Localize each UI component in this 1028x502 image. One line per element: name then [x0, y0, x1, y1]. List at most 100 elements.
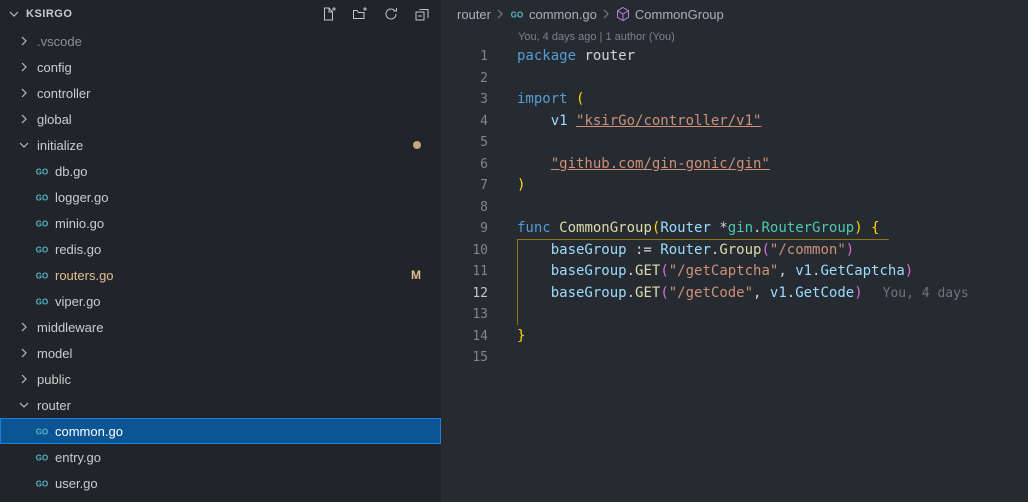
line-number[interactable]: 8 [441, 197, 488, 219]
code-token: Group [719, 240, 761, 262]
code-token: * [711, 218, 728, 240]
line-number[interactable]: 2 [441, 68, 488, 90]
code-token: v1 [770, 283, 787, 305]
tree-item-config[interactable]: config [0, 54, 441, 80]
tree-item-label: user.go [55, 476, 98, 491]
breadcrumb-item-router[interactable]: router [457, 7, 491, 22]
symbol-method-icon [615, 6, 631, 22]
tree-item-global[interactable]: global [0, 106, 441, 132]
code-token: "/getCode" [669, 283, 753, 305]
code-line-10[interactable]: 10 baseGroup := Router.Group("/common") [441, 240, 1028, 262]
tree-item-logger-go[interactable]: GO logger.go [0, 184, 441, 210]
tree-item-user-go[interactable]: GO user.go [0, 470, 441, 496]
tree-item-label: minio.go [55, 216, 104, 231]
line-number[interactable]: 11 [441, 261, 488, 283]
tree-item-vscode[interactable]: .vscode [0, 28, 441, 54]
code-token: ( [652, 218, 660, 240]
code-token: Router [660, 218, 711, 240]
tree-item-common-go[interactable]: GOcommon.go [0, 418, 441, 444]
svg-text:GO: GO [36, 480, 48, 489]
explorer-section-header[interactable]: KSIRGO [0, 0, 441, 28]
svg-text:GO: GO [36, 428, 48, 437]
line-number[interactable]: 1 [441, 46, 488, 68]
code-line-9[interactable]: 9func CommonGroup(Router *gin.RouterGrou… [441, 218, 1028, 240]
tree-item-viper-go[interactable]: GOviper.go [0, 288, 441, 314]
code-token [517, 283, 551, 305]
svg-text:GO: GO [36, 246, 48, 255]
code-token [517, 111, 551, 133]
refresh-button[interactable] [382, 5, 400, 23]
code-token: } [517, 326, 525, 348]
codelens-annotation[interactable]: You, 4 days ago | 1 author (You) [441, 28, 1028, 46]
line-number[interactable]: 5 [441, 132, 488, 154]
code-line-12[interactable]: 12 baseGroup.GET("/getCode", v1.GetCode)… [441, 283, 1028, 305]
tree-item-initialize[interactable]: initialize [0, 132, 441, 158]
code-token: RouterGroup [761, 218, 854, 240]
code-line-14[interactable]: 14} [441, 326, 1028, 348]
line-number[interactable]: 7 [441, 175, 488, 197]
breadcrumb-item-commongroup[interactable]: CommonGroup [615, 6, 724, 22]
code-token: GetCode [795, 283, 854, 305]
line-number[interactable]: 3 [441, 89, 488, 111]
code-token: CommonGroup [559, 218, 652, 240]
tree-item-db-go[interactable]: GO db.go [0, 158, 441, 184]
line-number[interactable]: 15 [441, 347, 488, 369]
line-number[interactable]: 4 [441, 111, 488, 133]
tree-item-model[interactable]: model [0, 340, 441, 366]
code-token: ) [854, 218, 862, 240]
tree-item-label: logger.go [55, 190, 109, 205]
chevron-right-icon [16, 319, 32, 335]
new-folder-button[interactable] [351, 5, 369, 23]
code-line-13[interactable]: 13 [441, 304, 1028, 326]
go-file-icon: GO [34, 189, 50, 205]
tree-item-routers-go[interactable]: GOrouters.goM [0, 262, 441, 288]
go-file-icon: GO [34, 215, 50, 231]
code-token [863, 218, 871, 240]
code-line-15[interactable]: 15 [441, 347, 1028, 369]
code-token: baseGroup [551, 283, 627, 305]
code-line-8[interactable]: 8 [441, 197, 1028, 219]
code-token: , [778, 261, 795, 283]
go-file-icon: GO [34, 293, 50, 309]
tree-item-controller[interactable]: controller [0, 80, 441, 106]
tree-item-minio-go[interactable]: GO minio.go [0, 210, 441, 236]
code-line-6[interactable]: 6 "github.com/gin-gonic/gin" [441, 154, 1028, 176]
tree-item-label: .vscode [37, 34, 82, 49]
code-line-11[interactable]: 11 baseGroup.GET("/getCaptcha", v1.GetCa… [441, 261, 1028, 283]
line-number[interactable]: 9 [441, 218, 488, 240]
code-line-7[interactable]: 7) [441, 175, 1028, 197]
code-token: ) [517, 175, 525, 197]
tree-item-router[interactable]: router [0, 392, 441, 418]
tree-item-label: initialize [37, 138, 83, 153]
line-number[interactable]: 12 [441, 283, 488, 305]
tree-item-middleware[interactable]: middleware [0, 314, 441, 340]
breadcrumb-item-common-go[interactable]: GOcommon.go [509, 6, 597, 22]
code-token: ) [846, 240, 854, 262]
go-file-icon: GO [34, 267, 50, 283]
new-file-button[interactable] [320, 5, 338, 23]
code-line-4[interactable]: 4 v1 "ksirGo/controller/v1" [441, 111, 1028, 133]
collapse-all-button[interactable] [413, 5, 431, 23]
tree-item-redis-go[interactable]: GOredis.go [0, 236, 441, 262]
code-token [517, 154, 551, 176]
line-number[interactable]: 14 [441, 326, 488, 348]
tree-item-entry-go[interactable]: GOentry.go [0, 444, 441, 470]
file-tree: .vscode configcontrollerglobal initialize G… [0, 28, 441, 496]
code-token: . [787, 283, 795, 305]
code-line-1[interactable]: 1package router [441, 46, 1028, 68]
tree-item-label: db.go [55, 164, 88, 179]
tree-item-label: entry.go [55, 450, 101, 465]
line-number[interactable]: 6 [441, 154, 488, 176]
tree-item-public[interactable]: public [0, 366, 441, 392]
code-line-5[interactable]: 5 [441, 132, 1028, 154]
line-number[interactable]: 10 [441, 240, 488, 262]
code-token [517, 240, 551, 262]
code-token: v1 [795, 261, 812, 283]
code-line-2[interactable]: 2 [441, 68, 1028, 90]
code-token: ( [576, 89, 584, 111]
code-token [551, 218, 559, 240]
go-file-icon: GO [34, 163, 50, 179]
line-number[interactable]: 13 [441, 304, 488, 326]
code-line-3[interactable]: 3import ( [441, 89, 1028, 111]
code-token: := [627, 240, 661, 262]
